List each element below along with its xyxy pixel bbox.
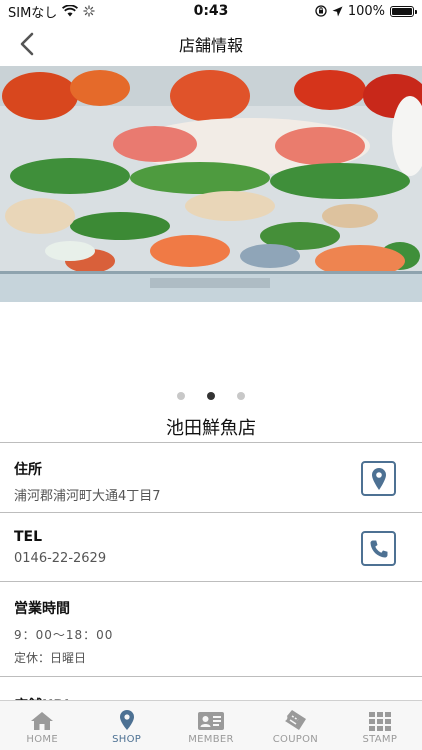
tab-home-label: HOME bbox=[26, 734, 58, 745]
hours-value: 9：00〜18：00 bbox=[14, 628, 114, 642]
carrier-label: SIMなし bbox=[8, 5, 58, 21]
tel-value: 0146-22-2629 bbox=[14, 551, 107, 566]
chevron-left-icon bbox=[20, 32, 34, 56]
map-pin-icon bbox=[119, 710, 134, 730]
closed-days-value: 定休：日曜日 bbox=[14, 651, 87, 665]
page-title: 店舗情報 bbox=[178, 36, 243, 55]
orientation-lock-icon bbox=[315, 5, 327, 17]
shop-photo[interactable] bbox=[0, 66, 422, 302]
tab-coupon-label: COUPON bbox=[272, 734, 319, 745]
carousel-pager bbox=[0, 392, 422, 400]
carousel-dot[interactable] bbox=[237, 392, 245, 400]
tel-row: TEL 0146-22-2629 bbox=[0, 513, 422, 582]
wifi-icon bbox=[62, 5, 79, 17]
address-row: 住所 浦河郡浦河町大通4丁目7 bbox=[0, 443, 422, 513]
tab-shop[interactable]: SHOP bbox=[84, 701, 168, 750]
tab-home[interactable]: HOME bbox=[0, 701, 84, 750]
carousel-dot[interactable] bbox=[177, 392, 185, 400]
nav-bar: 店舗情報 bbox=[0, 22, 422, 66]
location-arrow-icon bbox=[332, 6, 343, 16]
tab-member[interactable]: MEMBER bbox=[169, 701, 253, 750]
tab-coupon[interactable]: COUPON bbox=[253, 701, 337, 750]
carousel-dot-active[interactable] bbox=[207, 392, 215, 400]
tab-stamp[interactable]: STAMP bbox=[338, 701, 422, 750]
phone-icon bbox=[370, 540, 387, 557]
id-card-icon bbox=[198, 712, 225, 730]
call-button[interactable] bbox=[361, 531, 396, 566]
tab-shop-label: SHOP bbox=[112, 734, 142, 745]
grid-icon bbox=[368, 712, 391, 731]
tel-label: TEL bbox=[14, 529, 43, 545]
seafood-display-image bbox=[0, 66, 422, 302]
battery-percent: 100% bbox=[347, 3, 385, 19]
status-bar: SIMなし 0:43 100% bbox=[0, 0, 422, 22]
battery-icon bbox=[390, 5, 417, 17]
coupon-ticket-icon bbox=[285, 710, 307, 730]
status-right: 100% bbox=[315, 3, 417, 19]
hours-row: 営業時間 9：00〜18：00 定休：日曜日 bbox=[0, 582, 422, 677]
tab-member-label: MEMBER bbox=[188, 734, 234, 745]
activity-spinner-icon bbox=[83, 5, 95, 17]
map-pin-icon bbox=[371, 467, 386, 490]
shop-name: 池田鮮魚店 bbox=[166, 418, 256, 439]
hours-label: 営業時間 bbox=[14, 601, 70, 617]
address-label: 住所 bbox=[14, 462, 42, 478]
shop-info-list: 住所 浦河郡浦河町大通4丁目7 TEL 0146-22-2629 営業時間 9：… bbox=[0, 442, 422, 717]
status-time: 0:43 bbox=[193, 3, 229, 19]
address-value: 浦河郡浦河町大通4丁目7 bbox=[14, 489, 161, 504]
tab-bar: HOME SHOP MEMBER COUPON STAMP bbox=[0, 700, 422, 750]
back-button[interactable] bbox=[12, 28, 42, 60]
map-button[interactable] bbox=[361, 461, 396, 496]
home-icon bbox=[31, 712, 54, 730]
status-left: SIMなし bbox=[8, 2, 95, 21]
tab-stamp-label: STAMP bbox=[362, 734, 398, 745]
